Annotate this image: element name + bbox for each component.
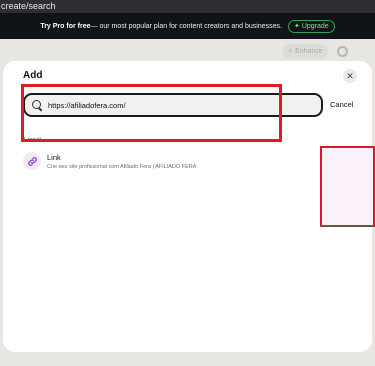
link-icon — [23, 152, 41, 170]
sparkle-icon: ✦ — [293, 22, 300, 30]
promo-strong-text: Try Pro for free — [40, 22, 91, 30]
link-icon-glyph — [27, 156, 37, 166]
result-row-link[interactable]: Link Crie seu site profissional com Afil… — [19, 148, 364, 176]
result-subtitle: Crie seu site profissional com Afiliado … — [47, 164, 197, 170]
cancel-button[interactable]: Cancel — [330, 100, 353, 109]
close-icon: ✕ — [346, 71, 354, 81]
highlight-box-chevron — [320, 146, 375, 227]
promo-text: — our most popular plan for content crea… — [90, 22, 282, 30]
gear-icon[interactable] — [337, 46, 348, 57]
close-button[interactable]: ✕ — [343, 69, 357, 83]
browser-url-bar[interactable]: create/search — [0, 0, 375, 13]
sparkle-icon: ✧ — [287, 48, 294, 55]
enhance-label: Enhance — [295, 48, 323, 55]
url-text: create/search — [1, 1, 56, 11]
result-title: Link — [47, 153, 61, 162]
upgrade-button[interactable]: ✦ Upgrade — [287, 19, 335, 33]
upgrade-label: Upgrade — [301, 22, 329, 30]
promo-banner: Try Pro for free — our most popular plan… — [0, 13, 375, 39]
highlight-box-search — [21, 84, 282, 142]
enhance-button[interactable]: ✧ Enhance — [282, 44, 328, 59]
modal-title: Add — [23, 70, 43, 81]
